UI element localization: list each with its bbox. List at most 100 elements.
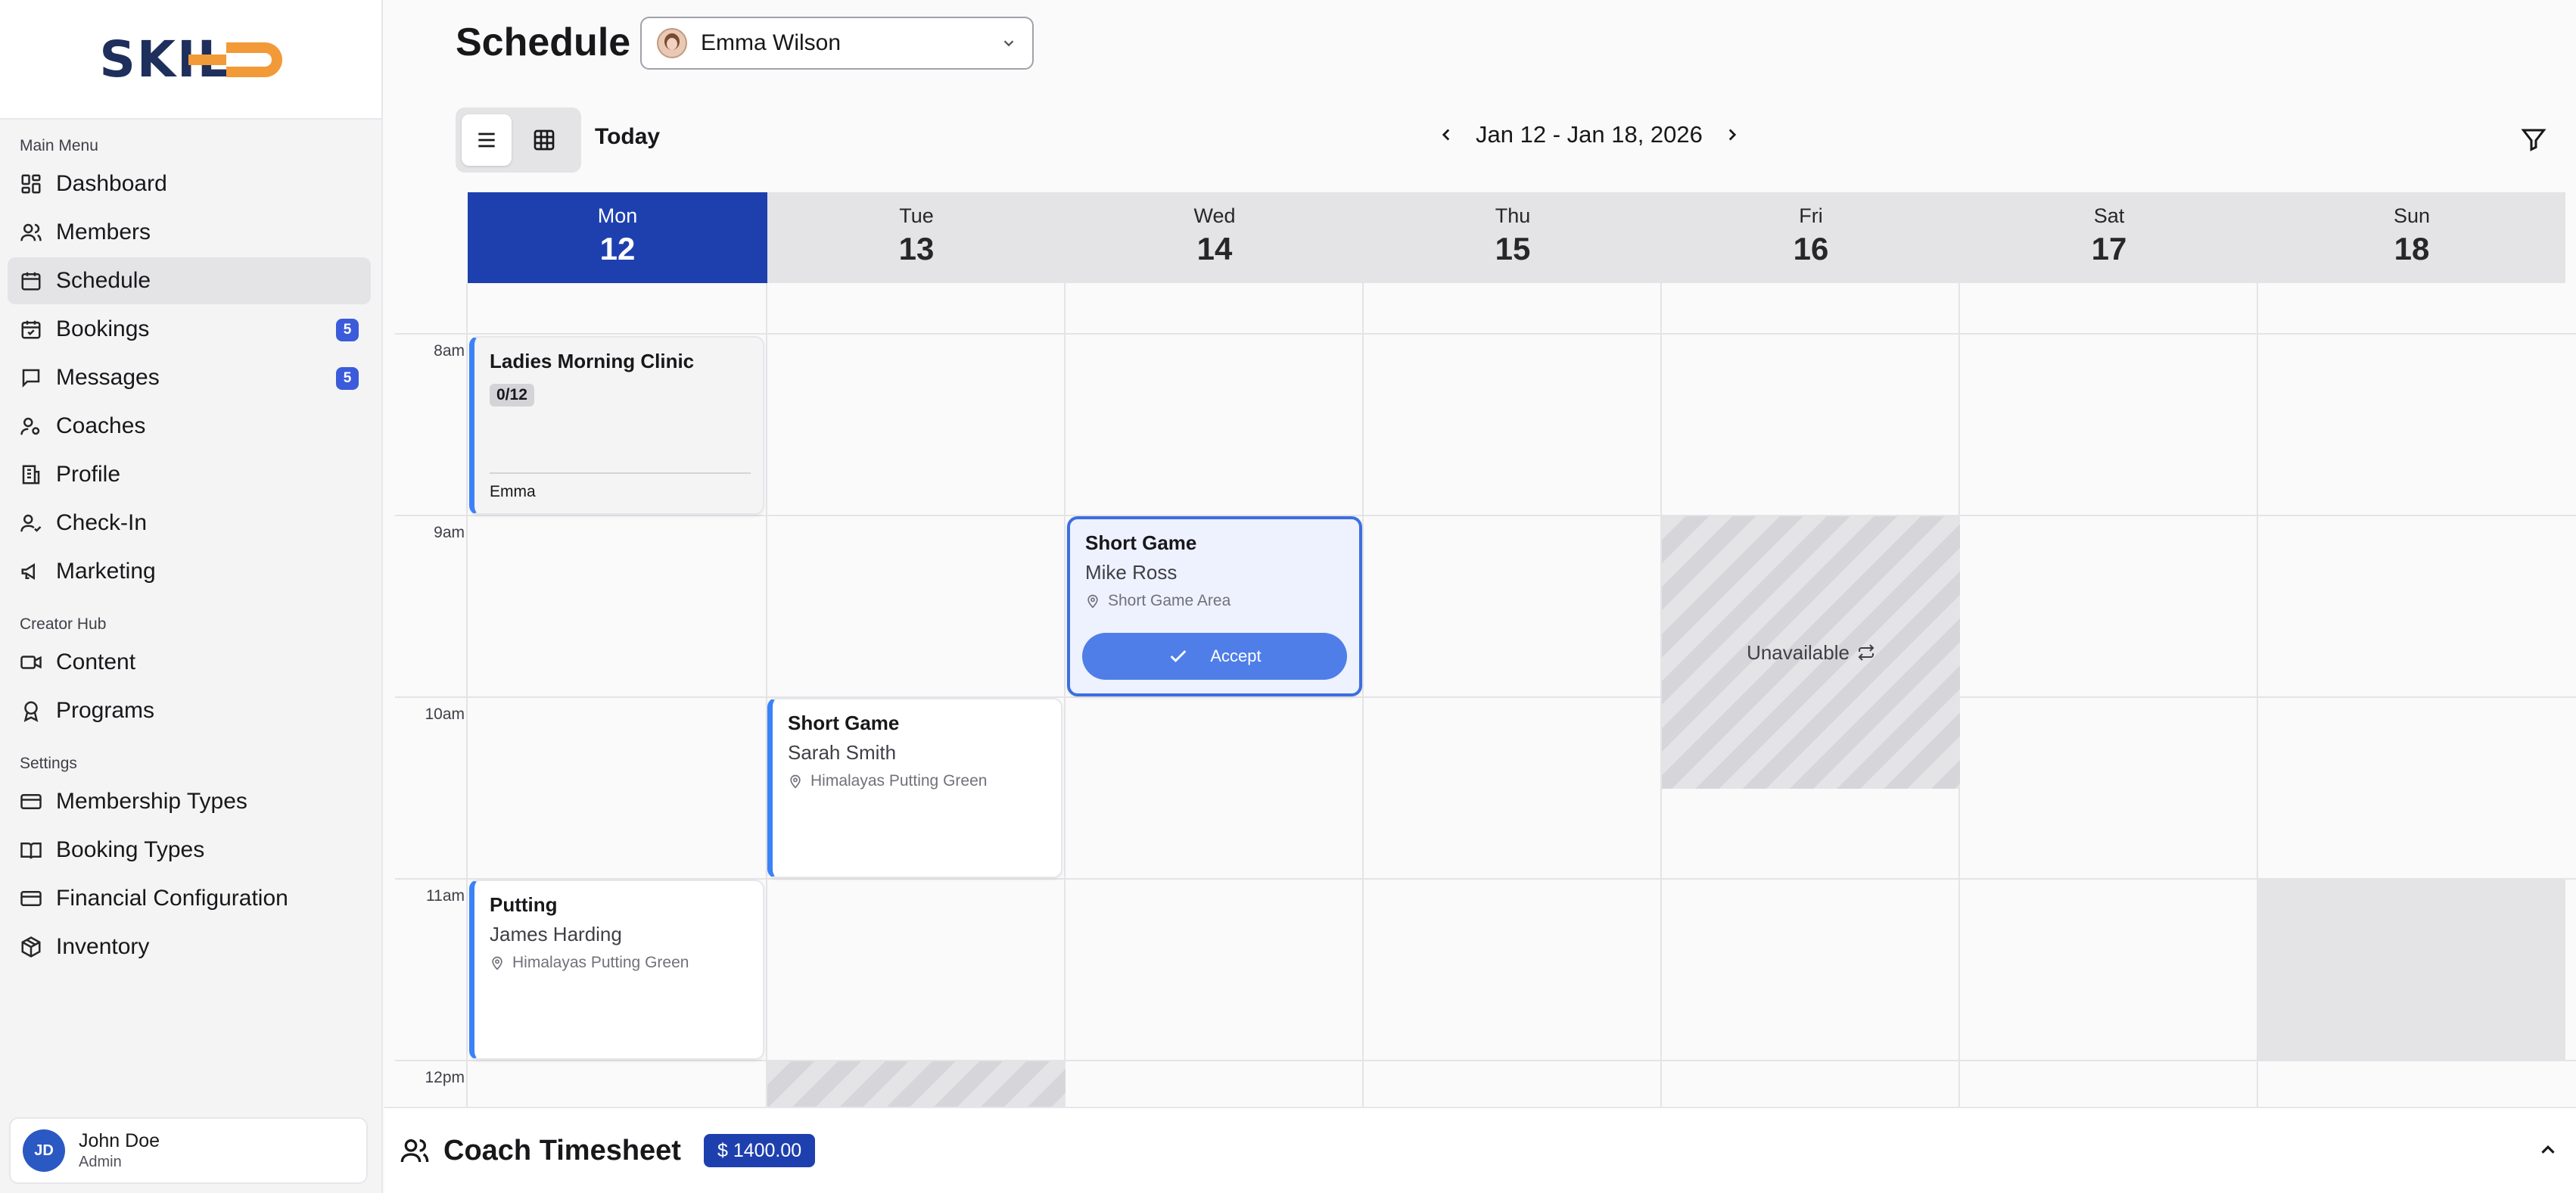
unavailable-block[interactable]: Unavailable	[1662, 516, 1960, 789]
sidebar-item-profile[interactable]: Profile	[8, 451, 371, 498]
book-icon	[20, 839, 42, 861]
event-location: Himalayas Putting Green	[490, 954, 748, 972]
repeat-icon	[1858, 644, 1874, 661]
grid-line	[766, 283, 767, 1107]
list-view-button[interactable]	[462, 114, 512, 166]
coach-select-dropdown[interactable]: Emma Wilson	[640, 17, 1034, 70]
event-location: Short Game Area	[1085, 592, 1344, 610]
coach-icon	[20, 415, 42, 438]
megaphone-icon	[20, 560, 42, 583]
day-header-sat[interactable]: Sat 17	[1960, 192, 2258, 283]
sidebar-item-programs[interactable]: Programs	[8, 687, 371, 734]
time-label: 8am	[434, 342, 465, 360]
nav-section-settings: Settings	[20, 755, 77, 772]
sidebar-item-dashboard[interactable]: Dashboard	[8, 160, 371, 207]
day-number: 14	[1196, 231, 1233, 266]
dashboard-icon	[20, 173, 42, 195]
day-number: 18	[2394, 231, 2430, 266]
time-label: 9am	[434, 524, 465, 541]
capacity-badge: 0/12	[490, 384, 534, 406]
sidebar-item-financial-configuration[interactable]: Financial Configuration	[8, 875, 371, 922]
accept-button-label: Accept	[1210, 646, 1262, 665]
sidebar-item-messages[interactable]: Messages 5	[8, 354, 371, 401]
time-label: 12pm	[425, 1069, 465, 1086]
messages-badge: 5	[336, 367, 359, 390]
time-label: 10am	[425, 706, 465, 723]
coach-timesheet-bar[interactable]: Coach Timesheet $ 1400.00	[384, 1107, 2576, 1193]
map-pin-icon	[790, 774, 801, 789]
event-card-short-game[interactable]: Short Game Sarah Smith Himalayas Putting…	[767, 698, 1062, 878]
unavailable-block[interactable]	[767, 1061, 1066, 1107]
sidebar-item-label: Content	[56, 649, 136, 674]
sidebar-item-booking-types[interactable]: Booking Types	[8, 827, 371, 874]
award-icon	[20, 699, 42, 722]
hour-line	[395, 515, 2576, 516]
sidebar-item-label: Messages	[56, 365, 160, 390]
week-calendar: Mon 12 Tue 13 Wed 14 Thu 15 Fri 16 Sat 1…	[384, 192, 2576, 1107]
event-coach: Emma	[490, 472, 751, 501]
today-button[interactable]: Today	[595, 124, 660, 150]
sidebar-item-bookings[interactable]: Bookings 5	[8, 306, 371, 353]
accept-button[interactable]: Accept	[1082, 633, 1347, 680]
event-card-putting[interactable]: Putting James Harding Himalayas Putting …	[469, 880, 764, 1060]
day-header-thu[interactable]: Thu 15	[1364, 192, 1662, 283]
check-icon	[1170, 649, 1187, 662]
day-header-mon[interactable]: Mon 12	[468, 192, 767, 283]
sidebar-item-label: Members	[56, 220, 151, 245]
timesheet-title: Coach Timesheet	[443, 1134, 681, 1167]
day-header-fri[interactable]: Fri 16	[1662, 192, 1960, 283]
day-header-tue[interactable]: Tue 13	[767, 192, 1066, 283]
chevron-down-icon	[1003, 40, 1014, 47]
users-icon	[20, 221, 42, 244]
calendar-check-icon	[20, 318, 42, 341]
hour-line	[395, 696, 2576, 698]
sidebar-item-label: Profile	[56, 462, 121, 487]
sidebar-item-check-in[interactable]: Check-In	[8, 500, 371, 547]
event-card-ladies-clinic[interactable]: Ladies Morning Clinic 0/12 Emma	[469, 336, 764, 515]
chevron-up-icon[interactable]	[2537, 1138, 2559, 1161]
day-name: Sat	[2093, 204, 2125, 227]
grid-line	[1064, 283, 1066, 1107]
event-title: Putting	[490, 893, 558, 916]
grid-view-button[interactable]	[519, 114, 569, 166]
event-location-text: Himalayas Putting Green	[512, 954, 689, 971]
video-icon	[20, 651, 42, 674]
event-location: Himalayas Putting Green	[788, 772, 1046, 790]
view-toggle	[456, 107, 581, 173]
sidebar-item-content[interactable]: Content	[8, 639, 371, 686]
event-location-text: Himalayas Putting Green	[810, 772, 988, 790]
day-number: 15	[1495, 231, 1531, 266]
filter-icon[interactable]	[2520, 126, 2547, 153]
event-person: Sarah Smith	[788, 741, 897, 764]
message-icon	[20, 366, 42, 389]
grid-line	[1362, 283, 1364, 1107]
event-location-text: Short Game Area	[1108, 592, 1231, 609]
user-check-icon	[20, 512, 42, 534]
chevron-right-icon[interactable]	[1722, 125, 1742, 145]
day-name: Sun	[2393, 204, 2431, 227]
coach-avatar	[657, 28, 687, 58]
sidebar-item-membership-types[interactable]: Membership Types	[8, 778, 371, 825]
sidebar-item-coaches[interactable]: Coaches	[8, 403, 371, 450]
day-header-wed[interactable]: Wed 14	[1066, 192, 1364, 283]
user-profile-card[interactable]: JD John Doe Admin	[9, 1117, 368, 1184]
chevron-left-icon[interactable]	[1436, 125, 1456, 145]
day-header-sun[interactable]: Sun 18	[2258, 192, 2565, 283]
sidebar-item-label: Programs	[56, 698, 155, 723]
calendar-icon	[20, 269, 42, 292]
card-icon	[20, 790, 42, 813]
day-name: Thu	[1495, 204, 1531, 227]
sidebar-item-marketing[interactable]: Marketing	[8, 548, 371, 595]
event-card-short-game-pending[interactable]: Short Game Mike Ross Short Game Area Acc…	[1067, 516, 1362, 696]
nav-section-main-menu: Main Menu	[20, 137, 98, 154]
sidebar-item-members[interactable]: Members	[8, 209, 371, 256]
package-icon	[20, 936, 42, 958]
user-role: Admin	[79, 1154, 122, 1170]
sidebar-item-label: Check-In	[56, 510, 148, 535]
card-icon	[20, 887, 42, 910]
blocked-slot[interactable]	[2258, 880, 2565, 1060]
sidebar-item-inventory[interactable]: Inventory	[8, 924, 371, 970]
sidebar-item-label: Coaches	[56, 413, 146, 438]
logo[interactable]: SKIL	[0, 0, 381, 120]
sidebar-item-schedule[interactable]: Schedule	[8, 257, 371, 304]
